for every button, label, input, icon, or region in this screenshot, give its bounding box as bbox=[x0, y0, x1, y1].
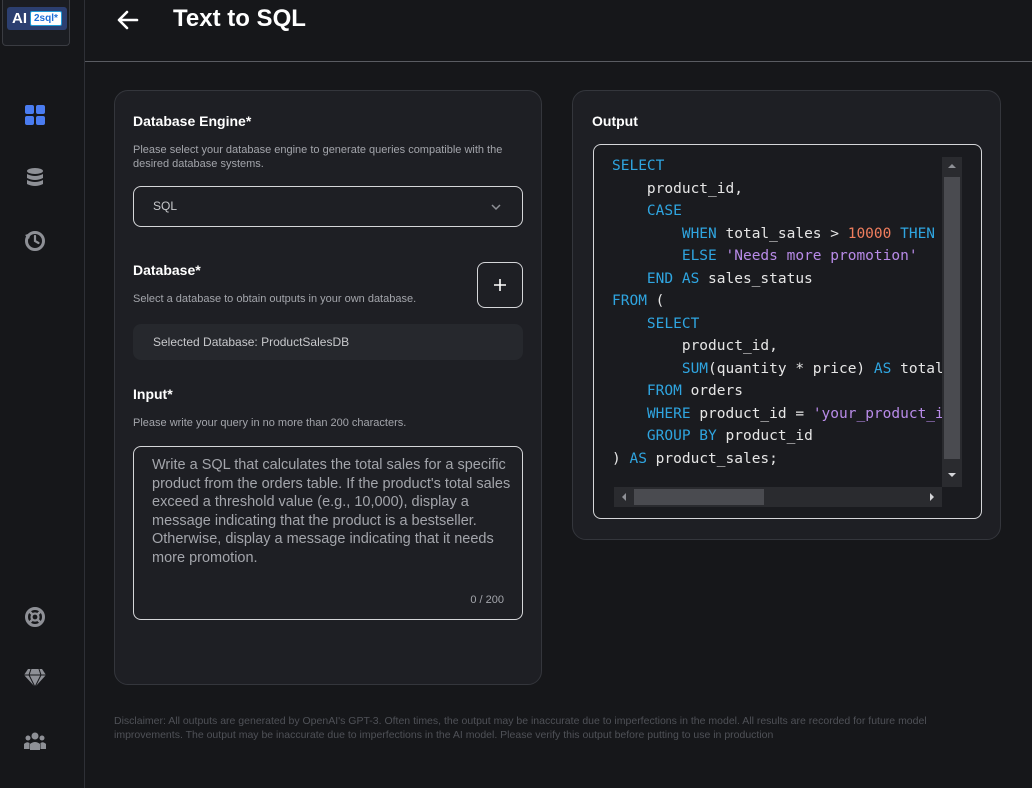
logo-ai-text: AI bbox=[12, 10, 27, 27]
code-token: 'your_product_id' bbox=[812, 405, 942, 422]
selected-database: Selected Database: ProductSalesDB bbox=[133, 324, 523, 360]
support-icon[interactable] bbox=[22, 604, 48, 630]
scroll-left-icon[interactable] bbox=[620, 492, 628, 502]
history-icon[interactable] bbox=[22, 228, 48, 254]
code-token: (quantity * price) bbox=[708, 360, 874, 377]
code-line: ) AS product_sales; bbox=[612, 448, 942, 471]
code-token: FROM bbox=[612, 383, 691, 399]
code-token: AS bbox=[629, 450, 656, 467]
code-line: WHEN total_sales > 10000 THEN 'Bestselle… bbox=[612, 223, 942, 246]
database-icon[interactable] bbox=[22, 165, 48, 191]
vertical-scroll-thumb[interactable] bbox=[944, 177, 960, 459]
logo-2sql-text: 2sql* bbox=[30, 11, 62, 26]
code-line: GROUP BY product_id bbox=[612, 425, 942, 448]
sidebar: AI 2sql* bbox=[0, 0, 85, 788]
top-bar: Text to SQL bbox=[85, 0, 1032, 62]
output-code-box[interactable]: SELECT product_id, CASE WHEN total_sales… bbox=[593, 144, 982, 519]
add-database-button[interactable] bbox=[477, 262, 523, 308]
code-token: 'Needs more promotion' bbox=[725, 248, 918, 264]
output-card: Output SELECT product_id, CASE WHEN tota… bbox=[572, 90, 1001, 540]
input-label: Input* bbox=[133, 386, 173, 402]
scroll-up-icon[interactable] bbox=[947, 162, 957, 170]
back-arrow-icon[interactable] bbox=[116, 8, 140, 32]
dashboard-icon[interactable] bbox=[22, 102, 48, 128]
horizontal-scrollbar[interactable] bbox=[614, 487, 942, 507]
code-token: product_id = bbox=[699, 405, 813, 422]
code-token: SELECT bbox=[612, 315, 700, 332]
code-token: FROM bbox=[612, 293, 656, 309]
code-token: ELSE bbox=[612, 248, 726, 264]
code-token: product_id, bbox=[612, 180, 743, 197]
code-line: ELSE 'Needs more promotion' bbox=[612, 245, 942, 268]
code-token: AS bbox=[873, 360, 901, 377]
team-icon[interactable] bbox=[22, 728, 48, 754]
scroll-down-icon[interactable] bbox=[947, 471, 957, 479]
disclaimer: Disclaimer: All outputs are generated by… bbox=[114, 715, 927, 741]
code-token: ( bbox=[655, 293, 665, 309]
code-line: SUM(quantity * price) AS total_sales bbox=[612, 358, 942, 381]
code-token: 10000 bbox=[847, 225, 892, 242]
app-logo[interactable]: AI 2sql* bbox=[2, 0, 70, 46]
code-line: FROM orders bbox=[612, 380, 942, 403]
code-token: sales_status bbox=[708, 270, 813, 287]
input-card: Database Engine* Please select your data… bbox=[114, 90, 542, 685]
code-token: ) bbox=[612, 450, 630, 467]
database-help: Select a database to obtain outputs in y… bbox=[133, 293, 417, 305]
code-token: orders bbox=[690, 383, 743, 399]
plus-icon bbox=[494, 279, 506, 291]
page-title: Text to SQL bbox=[173, 5, 306, 32]
sql-output-code: SELECT product_id, CASE WHEN total_sales… bbox=[612, 155, 942, 485]
input-help: Please write your query in no more than … bbox=[133, 417, 407, 429]
code-token: product_id, bbox=[612, 338, 778, 354]
code-line: CASE bbox=[612, 200, 942, 223]
code-token: total_sales bbox=[900, 360, 942, 377]
code-token: THEN 'Bestseller' bbox=[900, 225, 936, 242]
engine-help: Please select your database engine to ge… bbox=[133, 144, 503, 170]
diamond-icon[interactable] bbox=[22, 665, 48, 691]
code-line: FROM ( bbox=[612, 290, 942, 313]
code-token: GROUP BY bbox=[612, 428, 726, 444]
output-label: Output bbox=[592, 113, 638, 129]
code-line: WHERE product_id = 'your_product_id' bbox=[612, 403, 942, 426]
code-line: SELECT bbox=[612, 155, 942, 178]
vertical-scrollbar[interactable] bbox=[942, 157, 962, 487]
scroll-right-icon[interactable] bbox=[928, 492, 936, 502]
selected-database-text: Selected Database: ProductSalesDB bbox=[153, 335, 350, 349]
code-line: END AS sales_status bbox=[612, 268, 942, 291]
engine-label: Database Engine* bbox=[133, 113, 252, 129]
code-token: total_sales > bbox=[725, 225, 848, 242]
chevron-down-icon bbox=[491, 204, 501, 211]
database-label: Database* bbox=[133, 262, 201, 278]
code-token: SELECT bbox=[612, 158, 665, 174]
code-token: SUM bbox=[612, 360, 709, 377]
horizontal-scroll-thumb[interactable] bbox=[634, 489, 764, 505]
engine-select[interactable]: SQL bbox=[133, 186, 523, 227]
code-token: WHERE bbox=[612, 405, 700, 422]
code-token: WHEN bbox=[612, 225, 726, 242]
logo-badge: AI 2sql* bbox=[7, 7, 67, 30]
code-line: product_id, bbox=[612, 335, 942, 358]
code-line: SELECT bbox=[612, 313, 942, 336]
code-token: CASE bbox=[612, 203, 682, 219]
code-token: product_id bbox=[725, 428, 813, 444]
engine-select-value: SQL bbox=[153, 199, 178, 213]
char-counter: 0 / 200 bbox=[470, 594, 504, 606]
query-input[interactable]: Write a SQL that calculates the total sa… bbox=[133, 446, 523, 620]
code-token: END AS bbox=[612, 270, 709, 287]
query-placeholder: Write a SQL that calculates the total sa… bbox=[152, 457, 511, 566]
code-token: product_sales; bbox=[655, 450, 778, 467]
code-line: product_id, bbox=[612, 178, 942, 201]
